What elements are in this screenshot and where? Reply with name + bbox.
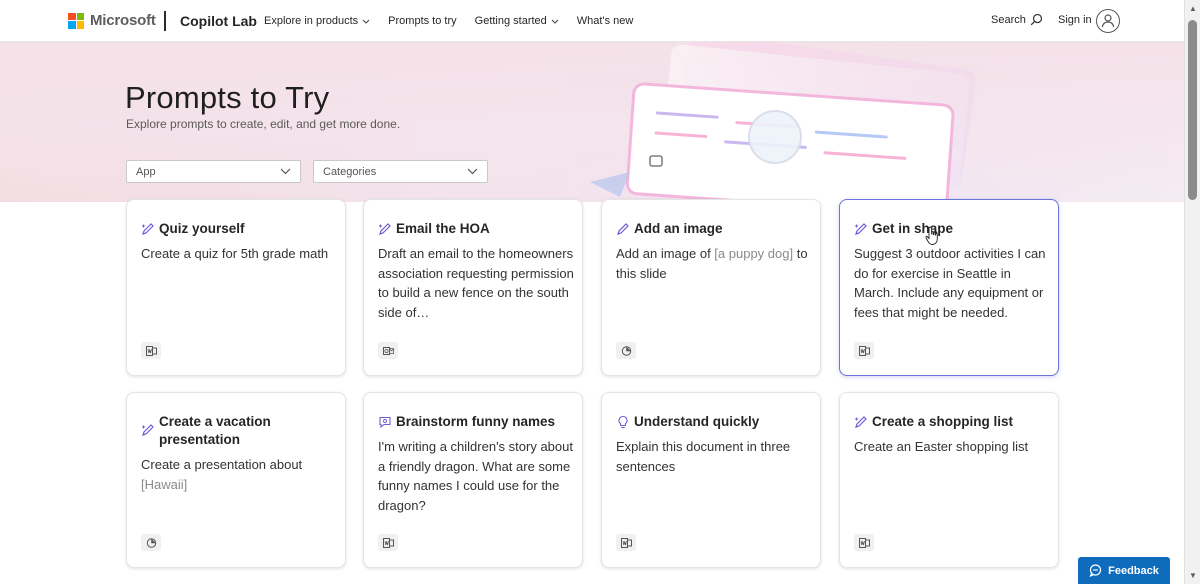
prompt-card-get-in-shape[interactable]: Get in shape Suggest 3 outdoor activitie… (839, 199, 1059, 376)
prompt-placeholder: [Hawaii] (141, 476, 188, 492)
card-header: Brainstorm funny names (378, 413, 574, 431)
lightbulb-icon (618, 415, 628, 429)
card-title: Email the HOA (396, 221, 490, 236)
card-prompt-text: Create an Easter shopping list (854, 437, 1050, 457)
scroll-down-arrow-icon[interactable]: ▼ (1189, 571, 1197, 580)
card-header: Create a shopping list (854, 413, 1050, 431)
pen-sparkle-icon (142, 223, 154, 235)
search-label: Search (991, 13, 1026, 26)
brand-divider (164, 11, 166, 31)
chevron-down-icon (280, 168, 291, 175)
search-button[interactable]: Search (991, 13, 1043, 26)
card-title: Create a shopping list (872, 414, 1014, 429)
scroll-up-arrow-icon[interactable]: ▲ (1189, 4, 1197, 13)
prompt-card-create-a-shopping-list[interactable]: Create a shopping list Create an Easter … (839, 392, 1059, 568)
app-filter-label: App (136, 165, 156, 178)
card-title: Brainstorm funny names (396, 414, 556, 429)
powerpoint-app-icon (616, 342, 636, 359)
word-app-icon (616, 534, 636, 551)
search-icon (1030, 13, 1042, 26)
nav-explore-in-products[interactable]: Explore in products (264, 15, 370, 27)
word-app-icon (854, 342, 874, 359)
nav-label: Prompts to try (388, 15, 457, 27)
card-prompt-text: Draft an email to the homeowners associa… (378, 244, 574, 322)
pen-sparkle-icon (855, 223, 867, 235)
card-prompt-text: Suggest 3 outdoor activities I can do fo… (854, 244, 1050, 322)
card-header: Add an image (616, 220, 812, 238)
word-app-icon (378, 534, 398, 551)
page-subtitle: Explore prompts to create, edit, and get… (126, 117, 401, 131)
card-prompt-text: Explain this document in three sentences (616, 437, 812, 476)
main-nav: Explore in products Prompts to try Getti… (264, 15, 651, 27)
page-scrollbar[interactable]: ▲ ▼ (1184, 0, 1200, 584)
prompt-card-email-the-hoa[interactable]: Email the HOA Draft an email to the home… (363, 199, 583, 376)
card-title: Understand quickly (634, 414, 760, 429)
card-header: Get in shape (854, 220, 1050, 238)
pen-sparkle-icon (855, 416, 867, 428)
top-nav-bar: Microsoft Copilot Lab Explore in product… (0, 0, 1184, 42)
product-name[interactable]: Copilot Lab (180, 13, 257, 29)
page-title: Prompts to Try (125, 80, 330, 115)
card-title: Create a vacation presentation (159, 414, 271, 447)
nav-prompts-to-try[interactable]: Prompts to try (388, 15, 456, 27)
pencil-icon (617, 223, 629, 235)
card-title: Add an image (634, 221, 723, 236)
app-filter-dropdown[interactable]: App (126, 160, 301, 183)
prompt-card-understand-quickly[interactable]: Understand quickly Explain this document… (601, 392, 821, 568)
card-prompt-text: Create a presentation about [Hawaii] (141, 455, 337, 494)
hero-decorative-illustration (585, 42, 1085, 202)
prompt-text: I'm writing a children's story about a f… (378, 439, 573, 513)
nav-whats-new[interactable]: What's new (577, 15, 634, 27)
account-avatar-icon[interactable] (1096, 9, 1120, 33)
word-app-icon (854, 534, 874, 551)
card-header: Create a vacation presentation (141, 413, 337, 449)
pen-sparkle-icon (142, 424, 154, 436)
prompt-card-add-an-image[interactable]: Add an image Add an image of [a puppy do… (601, 199, 821, 376)
prompt-card-brainstorm-funny-names[interactable]: Brainstorm funny names I'm writing a chi… (363, 392, 583, 568)
card-header: Quiz yourself (141, 220, 337, 238)
sign-in-link[interactable]: Sign in (1058, 14, 1092, 26)
prompt-text: Draft an email to the homeowners associa… (378, 246, 574, 320)
chevron-down-icon (551, 19, 559, 24)
card-prompt-text: Create a quiz for 5th grade math (141, 244, 337, 264)
prompt-placeholder: [a puppy dog] (714, 246, 794, 261)
nav-getting-started[interactable]: Getting started (475, 15, 559, 27)
nav-label: What's new (576, 15, 634, 27)
prompt-text: Create a quiz for 5th grade math (141, 246, 329, 261)
pen-sparkle-icon (379, 223, 391, 235)
nav-label: Getting started (474, 15, 547, 27)
categories-filter-label: Categories (323, 165, 377, 178)
microsoft-logo[interactable]: Microsoft (68, 12, 156, 29)
feedback-label: Feedback (1108, 564, 1159, 577)
nav-label: Explore in products (264, 15, 359, 27)
card-header: Email the HOA (378, 220, 574, 238)
card-prompt-text: I'm writing a children's story about a f… (378, 437, 574, 515)
hand-cursor-icon (925, 226, 938, 245)
prompt-card-create-a-vacation-presentation[interactable]: Create a vacation presentation Create a … (126, 392, 346, 568)
chevron-down-icon (467, 168, 478, 175)
card-header: Understand quickly (616, 413, 812, 431)
categories-filter-dropdown[interactable]: Categories (313, 160, 488, 183)
card-title: Quiz yourself (159, 221, 245, 236)
word-app-icon (141, 342, 161, 359)
prompt-text: Create an Easter shopping list (854, 439, 1029, 454)
feedback-button[interactable]: Feedback (1078, 557, 1170, 584)
prompt-card-quiz-yourself[interactable]: Quiz yourself Create a quiz for 5th grad… (126, 199, 346, 376)
chat-bubble-icon (379, 416, 391, 429)
microsoft-squares-icon (68, 12, 84, 29)
scrollbar-thumb[interactable] (1188, 20, 1197, 200)
prompt-text: Suggest 3 outdoor activities I can do fo… (854, 246, 1046, 320)
prompt-text: Explain this document in three sentences (616, 439, 791, 474)
chevron-down-icon (362, 19, 370, 24)
outlook-app-icon (378, 342, 398, 359)
brand-name: Microsoft (90, 12, 156, 29)
powerpoint-app-icon (141, 534, 161, 551)
prompt-text: Add an image of (616, 246, 715, 261)
prompt-text: Create a presentation about (141, 457, 303, 472)
feedback-chat-icon (1089, 564, 1102, 577)
card-prompt-text: Add an image of [a puppy dog] to this sl… (616, 244, 812, 283)
